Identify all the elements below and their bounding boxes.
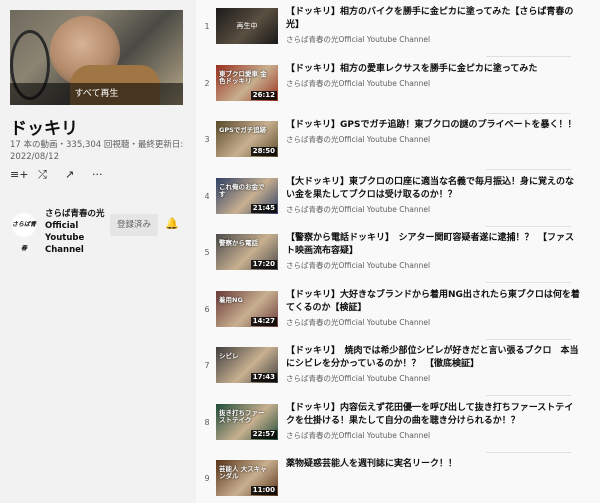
video-thumbnail[interactable]: これ俺のお金です 21:45: [216, 177, 278, 214]
video-title[interactable]: 【大ドッキリ】東ブクロの口座に適当な名義で毎月振込！身に覚えのない金を果たしてブ…: [286, 176, 582, 202]
thumbnail-caption: 東ブクロ愛車 金色ドッキリ: [219, 69, 267, 85]
channel-avatar[interactable]: さらば青春: [12, 213, 36, 252]
playlist-title: ドッキリ: [10, 119, 78, 139]
video-title[interactable]: 【警察から電話ドッキリ】 シアター関町容疑者遂に逮捕！？ 【ファスト映画流布容疑…: [286, 232, 582, 258]
video-duration: 17:20: [250, 260, 277, 269]
video-thumbnail[interactable]: 東ブクロ愛車 金色ドッキリ 26:12: [216, 64, 278, 101]
thumbnail-caption: これ俺のお金です: [219, 182, 265, 198]
video-thumbnail[interactable]: 警察から電話 17:20: [216, 234, 278, 270]
video-index: 6: [204, 304, 210, 314]
video-channel[interactable]: さらば青春の光Official Youtube Channel: [286, 79, 582, 89]
playlist-page: すべて再生 ドッキリ 17 本の動画・335,304 回視聴・最終更新日: 20…: [0, 0, 600, 503]
video-index: 9: [204, 474, 210, 483]
playlist-video-item[interactable]: 3 GPSでガチ追跡 28:50 【ドッキリ】GPSでガチ追跡！東ブクロの謎のプライベ…: [196, 113, 600, 170]
thumbnail-caption: シビレ: [219, 352, 239, 360]
video-channel[interactable]: さらば青春の光Official Youtube Channel: [286, 431, 582, 441]
playlist-meta: 17 本の動画・335,304 回視聴・最終更新日: 2022/08/12: [10, 140, 184, 162]
shuffle-icon[interactable]: ⤮: [38, 168, 47, 182]
thumbnail-caption: 抜き打ちファーストテイク: [219, 408, 265, 424]
video-info: 【ドッキリ】相方のバイクを勝手に金ピカに塗ってみた【さらば青春の光】さらば青春の…: [286, 6, 582, 45]
video-index: 8: [204, 417, 210, 427]
video-index: 5: [204, 248, 210, 257]
more-icon[interactable]: ···: [92, 168, 103, 182]
bell-icon[interactable]: 🔔: [165, 217, 179, 230]
thumbnail-caption: 警察から電話: [219, 239, 258, 247]
video-info: 【ドッキリ】内容伝えず花田優一を呼び出して抜き打ちファーストテイクを仕掛ける！果…: [286, 402, 582, 441]
video-info: 【警察から電話ドッキリ】 シアター関町容疑者遂に逮捕！？ 【ファスト映画流布容疑…: [286, 232, 582, 271]
video-info: 薬物疑惑芸能人を週刊誌に実名リーク！！: [286, 458, 582, 471]
video-channel[interactable]: さらば青春の光Official Youtube Channel: [286, 261, 582, 271]
video-duration: 14:27: [250, 316, 277, 326]
video-duration: 22:57: [250, 429, 277, 439]
video-duration: 11:00: [250, 486, 277, 495]
video-title[interactable]: 【ドッキリ】GPSでガチ追跡！東ブクロの謎のプライベートを暴く！！: [286, 119, 582, 132]
playlist-video-item[interactable]: 8 抜き打ちファーストテイク 22:57 【ドッキリ】内容伝えず花田優一を呼び出して抜…: [196, 396, 600, 453]
video-channel[interactable]: さらば青春の光Official Youtube Channel: [286, 374, 582, 384]
video-title[interactable]: 【ドッキリ】 焼肉では希少部位シビレが好きだと言い張るブクロ 本当にシビレを分か…: [286, 345, 582, 371]
video-info: 【ドッキリ】相方の愛車レクサスを勝手に金ピカに塗ってみた さらば青春の光Offic…: [286, 63, 582, 89]
video-channel[interactable]: さらば青春の光Official Youtube Channel: [286, 318, 582, 328]
playlist-video-item[interactable]: 6 着用NG 14:27 【ドッキリ】大好きなブランドから着用NG出されたら東ブクロは…: [196, 283, 600, 340]
subscribed-button[interactable]: 登録済み: [110, 214, 158, 236]
video-thumbnail[interactable]: GPSでガチ追跡 28:50: [216, 121, 278, 157]
video-info: 【ドッキリ】GPSでガチ追跡！東ブクロの謎のプライベートを暴く！！ さらば青春の光…: [286, 119, 582, 145]
share-icon[interactable]: ↗: [65, 168, 74, 182]
video-thumbnail[interactable]: 再生中: [216, 8, 278, 44]
playlist-video-item[interactable]: 2 東ブクロ愛車 金色ドッキリ 26:12 【ドッキリ】相方の愛車レクサスを勝手に金ピ…: [196, 57, 600, 114]
video-title[interactable]: 【ドッキリ】相方の愛車レクサスを勝手に金ピカに塗ってみた: [286, 63, 582, 76]
video-thumbnail[interactable]: 芸能人 大スキャンダル 11:00: [216, 460, 278, 496]
video-info: 【ドッキリ】 焼肉では希少部位シビレが好きだと言い張るブクロ 本当にシビレを分か…: [286, 345, 582, 384]
playlist-video-item[interactable]: 9 芸能人 大スキャンダル 11:00 薬物疑惑芸能人を週刊誌に実名リーク！！: [196, 452, 600, 503]
video-channel[interactable]: さらば青春の光Official Youtube Channel: [286, 205, 582, 215]
play-all-button[interactable]: すべて再生: [10, 83, 183, 105]
thumbnail-caption: 着用NG: [219, 295, 243, 304]
playlist-video-item[interactable]: 5 警察から電話 17:20 【警察から電話ドッキリ】 シアター関町容疑者遂に逮捕！？…: [196, 226, 600, 283]
video-index: 3: [204, 135, 210, 144]
playlist-video-item[interactable]: 7 シビレ 17:43 【ドッキリ】 焼肉では希少部位シビレが好きだと言い張るブクロ …: [196, 339, 600, 396]
now-playing-overlay: 再生中: [216, 8, 278, 44]
video-duration: 28:50: [250, 147, 277, 156]
video-title[interactable]: 薬物疑惑芸能人を週刊誌に実名リーク！！: [286, 458, 582, 471]
video-index: 1: [204, 22, 210, 31]
video-info: 【ドッキリ】大好きなブランドから着用NG出されたら東ブクロは何を着てくるのか【検…: [286, 289, 582, 328]
video-duration: 17:43: [250, 373, 277, 382]
video-channel[interactable]: さらば青春の光Official Youtube Channel: [286, 135, 582, 145]
video-duration: 26:12: [250, 90, 277, 100]
video-index: 4: [204, 191, 210, 201]
video-index: 2: [204, 78, 210, 88]
video-channel[interactable]: さらば青春の光Official Youtube Channel: [286, 35, 582, 45]
video-info: 【大ドッキリ】東ブクロの口座に適当な名義で毎月振込！身に覚えのない金を果たしてブ…: [286, 176, 582, 215]
thumbnail-caption: 芸能人 大スキャンダル: [219, 465, 267, 480]
video-title[interactable]: 【ドッキリ】相方のバイクを勝手に金ピカに塗ってみた【さらば青春の光】: [286, 6, 582, 32]
thumbnail-caption: GPSでガチ追跡: [219, 126, 267, 134]
video-index: 7: [204, 361, 210, 370]
video-title[interactable]: 【ドッキリ】大好きなブランドから着用NG出されたら東ブクロは何を着てくるのか【検…: [286, 289, 582, 315]
video-thumbnail[interactable]: シビレ 17:43: [216, 347, 278, 383]
add-to-queue-icon[interactable]: ≡+: [10, 168, 28, 182]
video-thumbnail[interactable]: 抜き打ちファーストテイク 22:57: [216, 403, 278, 440]
video-list: 1 再生中 【ドッキリ】相方のバイクを勝手に金ピカに塗ってみた【さらば青春の光】さら…: [196, 0, 600, 503]
playlist-thumbnail[interactable]: すべて再生: [10, 10, 183, 105]
video-duration: 21:45: [250, 203, 277, 213]
playlist-video-item[interactable]: 4 これ俺のお金です 21:45 【大ドッキリ】東ブクロの口座に適当な名義で毎月振込！…: [196, 170, 600, 227]
playlist-video-item[interactable]: 1 再生中 【ドッキリ】相方のバイクを勝手に金ピカに塗ってみた【さらば青春の光】さら…: [196, 0, 600, 57]
video-title[interactable]: 【ドッキリ】内容伝えず花田優一を呼び出して抜き打ちファーストテイクを仕掛ける！果…: [286, 402, 582, 428]
channel-name[interactable]: さらば青春の光 Official Youtube Channel: [45, 208, 107, 256]
video-thumbnail[interactable]: 着用NG 14:27: [216, 290, 278, 327]
playlist-sidebar: すべて再生 ドッキリ 17 本の動画・335,304 回視聴・最終更新日: 20…: [0, 0, 196, 503]
